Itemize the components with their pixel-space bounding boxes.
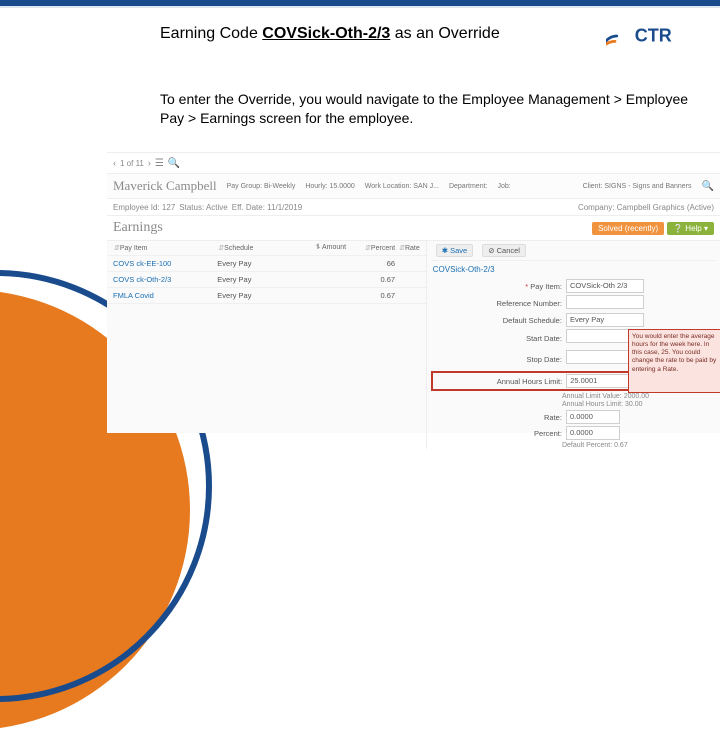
employee-status: Status: Active [179,203,227,212]
help-button[interactable]: ❔ Help ▾ [667,222,714,235]
eff-date: Eff. Date: 11/1/2019 [232,203,302,212]
prev-icon[interactable]: ‹ [113,158,116,168]
hourly-label: Hourly: 15.0000 [305,183,354,190]
title-code: COVSick-Oth-2/3 [262,25,390,42]
slide-title: Earning Code COVSick-Oth-2/3 as an Overr… [160,24,590,44]
table-row[interactable]: COVS ck-EE-100Every Pay66 [107,256,426,272]
percent-field[interactable]: 0.0000 [566,426,620,440]
start-date-field[interactable] [566,329,630,343]
form-title: COVSick-Oth-2/3 [431,261,716,277]
department-label: Department: [449,183,488,190]
list-icon[interactable]: ☰ [155,158,164,169]
annual-hours-limit-static: Annual Hours Limit: 30.00 [431,401,716,408]
earnings-table: ⇵Pay Item ⇵Schedule ⥮ Amount ⇵Percent ⇵R… [107,241,427,449]
stop-date-label: Stop Date: [431,355,566,364]
schedule-field[interactable]: Every Pay [566,313,644,327]
save-button[interactable]: ✱ Save [436,244,473,257]
title-pre: Earning Code [160,25,262,42]
pay-item-label: Pay Item: [431,282,566,291]
pager-text: 1 of 11 [120,159,144,168]
table-row[interactable]: FMLA CovidEvery Pay0.67 [107,288,426,304]
paygroup-label: Pay Group: Bi-Weekly [227,183,296,190]
employee-header: Maverick Campbell Pay Group: Bi-Weekly H… [107,174,720,199]
callout-box: You would enter the average hours for th… [628,329,720,393]
job-label: Job: [497,183,510,190]
client-label: Client: SIGNS - Signs and Banners [583,183,692,190]
default-percent: Default Percent: 0.67 [431,442,716,449]
solved-button[interactable]: Solved (recently) [592,222,664,235]
col-amount[interactable]: Amount [322,244,346,251]
employee-name: Maverick Campbell [113,178,217,194]
start-date-label: Start Date: [431,334,566,343]
col-percent[interactable]: Percent [371,245,395,252]
table-header: ⇵Pay Item ⇵Schedule ⥮ Amount ⇵Percent ⇵R… [107,241,426,256]
col-pay-item[interactable]: Pay Item [120,245,148,252]
workloc-label: Work Location: SAN J... [365,183,439,190]
col-schedule[interactable]: Schedule [224,245,253,252]
employee-subheader: Employee Id: 127 Status: Active Eff. Dat… [107,199,720,216]
logo: CTR [606,16,696,56]
pay-item-field[interactable]: COVSick-Oth 2/3 [566,279,644,293]
earnings-header: Earnings Solved (recently) ❔ Help ▾ [107,216,720,241]
stop-date-field[interactable] [566,350,630,364]
col-rate[interactable]: Rate [405,245,420,252]
title-post: as an Override [390,25,499,42]
slide-body: To enter the Override, you would navigat… [160,90,710,128]
annual-hours-label: Annual Hours Limit: [434,377,566,386]
reference-field[interactable] [566,295,644,309]
percent-label: Percent: [431,429,566,438]
search-icon[interactable]: 🔍 [168,158,180,169]
breadcrumb: ‹ 1 of 11 › ☰ 🔍 [107,153,720,174]
screenshot-region: ‹ 1 of 11 › ☰ 🔍 Maverick Campbell Pay Gr… [107,152,720,433]
annual-limit-value: Annual Limit Value: 2000.00 [431,393,716,400]
header-search-icon[interactable]: 🔍 [702,181,714,192]
earnings-form: ✱ Save ⊘ Cancel COVSick-Oth-2/3 Pay Item… [427,241,720,449]
rate-label: Rate: [431,413,566,422]
next-icon[interactable]: › [148,158,151,168]
company-label: Company: Campbell Graphics (Active) [578,203,714,212]
earnings-heading: Earnings [113,220,589,236]
table-row[interactable]: COVS ck-Oth-2/3Every Pay0.67 [107,272,426,288]
rate-field[interactable]: 0.0000 [566,410,620,424]
svg-text:CTR: CTR [635,25,672,45]
schedule-label: Default Schedule: [431,316,566,325]
reference-label: Reference Number: [431,299,566,308]
employee-id: Employee Id: 127 [113,203,175,212]
cancel-button[interactable]: ⊘ Cancel [482,244,526,257]
